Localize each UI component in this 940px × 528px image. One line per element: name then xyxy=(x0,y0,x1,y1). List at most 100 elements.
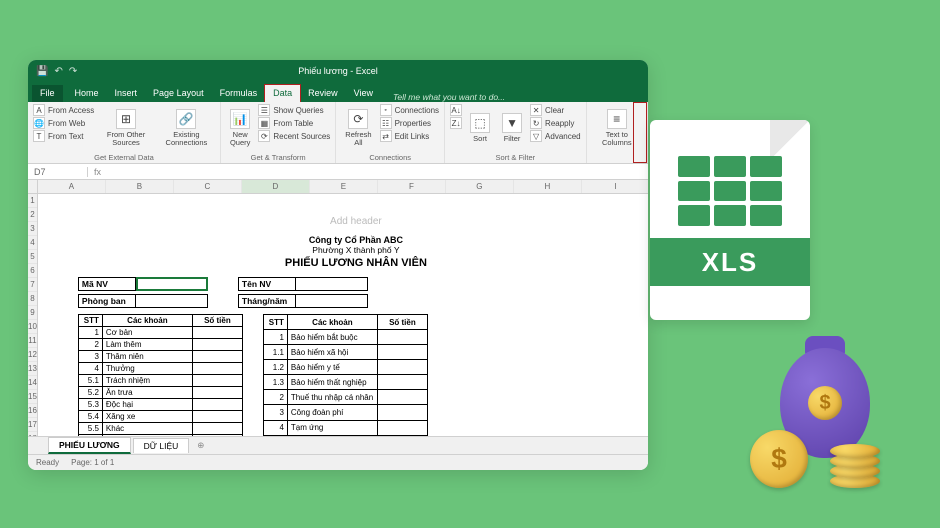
tab-home[interactable]: Home xyxy=(67,85,107,102)
table-deduction: STTCác khoảnSố tiền 1Bảo hiểm bắt buộc 1… xyxy=(263,314,428,436)
from-web-button[interactable]: 🌐From Web xyxy=(33,117,94,129)
col-header[interactable]: D xyxy=(242,180,310,193)
table-row: 5Tổng phụ cấp xyxy=(78,435,242,437)
ribbon: AFrom Access 🌐From Web TFrom Text ⊞From … xyxy=(28,102,648,164)
cell-tennv[interactable] xyxy=(296,277,368,291)
connections-button[interactable]: ⬞Connections xyxy=(380,104,439,116)
from-access-button[interactable]: AFrom Access xyxy=(33,104,94,116)
row-header[interactable]: 16 xyxy=(28,404,37,418)
group-label: Get & Transform xyxy=(226,152,330,162)
from-text-button[interactable]: TFrom Text xyxy=(33,130,94,142)
properties-button[interactable]: ☷Properties xyxy=(380,117,439,129)
row-header[interactable]: 11 xyxy=(28,334,37,348)
row-header[interactable]: 3 xyxy=(28,222,37,236)
row-header[interactable]: 15 xyxy=(28,390,37,404)
row-header[interactable]: 14 xyxy=(28,376,37,390)
row-header[interactable]: 2 xyxy=(28,208,37,222)
tab-review[interactable]: Review xyxy=(300,85,346,102)
row-header[interactable]: 12 xyxy=(28,348,37,362)
row-header[interactable]: 9 xyxy=(28,306,37,320)
tab-file[interactable]: File xyxy=(32,85,63,102)
row-header[interactable]: 17 xyxy=(28,418,37,432)
row-header[interactable]: 8 xyxy=(28,292,37,306)
group-label: Get External Data xyxy=(33,152,215,162)
tab-formulas[interactable]: Formulas xyxy=(212,85,266,102)
xls-file-icon: XLS xyxy=(650,120,810,320)
ribbon-tabs: File Home Insert Page Layout Formulas Da… xyxy=(28,82,648,102)
document-title: PHIẾU LƯƠNG NHÂN VIÊN xyxy=(78,257,634,269)
conn-icon: ⬞ xyxy=(380,104,392,116)
coins-icon: $ xyxy=(760,408,890,488)
add-sheet-button[interactable]: ⊕ xyxy=(191,440,210,451)
col-header[interactable]: I xyxy=(582,180,648,193)
sort-icon: ⬚ xyxy=(470,113,490,133)
table-row: 5.3Độc hại xyxy=(78,399,242,411)
save-icon[interactable]: 💾 xyxy=(36,66,48,77)
tell-me[interactable]: Tell me what you want to do... xyxy=(393,92,505,102)
tab-insert[interactable]: Insert xyxy=(107,85,146,102)
company-name: Công ty Cổ Phần ABC xyxy=(78,235,634,245)
status-bar: Ready Page: 1 of 1 xyxy=(28,454,648,470)
table-row: 3Công đoàn phí xyxy=(263,405,427,420)
col-header[interactable]: A xyxy=(38,180,106,193)
advanced-button[interactable]: ▽Advanced xyxy=(530,130,581,142)
reapply-icon: ↻ xyxy=(530,117,542,129)
sheet-tab-dulieu[interactable]: DỮ LIỆU xyxy=(133,438,190,453)
company-address: Phường X thành phố Y xyxy=(78,245,634,255)
from-other-sources-button[interactable]: ⊞From Other Sources xyxy=(98,104,154,152)
recent-sources-button[interactable]: ⟳Recent Sources xyxy=(258,130,330,142)
links-icon: ⇄ xyxy=(380,130,392,142)
reapply-button[interactable]: ↻Reapply xyxy=(530,117,581,129)
coin-dollar-icon: $ xyxy=(750,430,808,488)
existing-connections-button[interactable]: 🔗Existing Connections xyxy=(158,104,215,152)
group-connections: ⟳Refresh All ⬞Connections ☷Properties ⇄E… xyxy=(336,102,445,163)
col-header[interactable]: F xyxy=(378,180,446,193)
name-box[interactable]: D7 xyxy=(28,167,88,177)
cell-phongban[interactable] xyxy=(136,294,208,308)
table-icon: ▦ xyxy=(258,117,270,129)
select-all-corner[interactable] xyxy=(28,180,37,194)
col-header[interactable]: G xyxy=(446,180,514,193)
row-header[interactable]: 4 xyxy=(28,236,37,250)
tab-pagelayout[interactable]: Page Layout xyxy=(145,85,212,102)
fx-icon[interactable]: fx xyxy=(88,167,107,177)
table-row: 4Thưởng xyxy=(78,363,242,375)
text-to-columns-button[interactable]: ≡Text to Columns xyxy=(592,104,642,152)
titlebar: 💾 ↶ ↷ Phiếu lương - Excel xyxy=(28,60,648,82)
filter-button[interactable]: ▼Filter xyxy=(498,104,526,152)
table-row: 1.2Bảo hiểm y tế xyxy=(263,360,427,375)
table-row: 2Làm thêm xyxy=(78,339,242,351)
refresh-all-button[interactable]: ⟳Refresh All xyxy=(341,104,375,152)
from-table-button[interactable]: ▦From Table xyxy=(258,117,330,129)
label-manv: Mã NV xyxy=(78,277,136,291)
col-header[interactable]: H xyxy=(514,180,582,193)
col-header[interactable]: E xyxy=(310,180,378,193)
sort-az-button[interactable]: A↓ xyxy=(450,104,462,116)
show-queries-button[interactable]: ☰Show Queries xyxy=(258,104,330,116)
sort-button[interactable]: ⬚Sort xyxy=(466,104,494,152)
sort-za-button[interactable]: Z↓ xyxy=(450,117,462,129)
tab-view[interactable]: View xyxy=(346,85,381,102)
clear-button[interactable]: ✕Clear xyxy=(530,104,581,116)
clear-icon: ✕ xyxy=(530,104,542,116)
col-header[interactable]: B xyxy=(106,180,174,193)
new-query-button[interactable]: 📊New Query xyxy=(226,104,254,152)
row-header[interactable]: 1 xyxy=(28,194,37,208)
grid[interactable]: A B C D E F G H I Add header Công ty Cổ … xyxy=(38,180,648,436)
row-header[interactable]: 5 xyxy=(28,250,37,264)
access-icon: A xyxy=(33,104,45,116)
cell-thangnam[interactable] xyxy=(296,294,368,308)
row-header[interactable]: 7 xyxy=(28,278,37,292)
row-header[interactable]: 13 xyxy=(28,362,37,376)
row-header[interactable]: 6 xyxy=(28,264,37,278)
col-header[interactable]: C xyxy=(174,180,242,193)
redo-icon[interactable]: ↷ xyxy=(69,66,77,77)
undo-icon[interactable]: ↶ xyxy=(54,66,62,77)
sheet-tab-phieuluong[interactable]: PHIẾU LƯƠNG xyxy=(48,437,131,454)
cell-manv[interactable] xyxy=(136,277,208,291)
tab-data[interactable]: Data xyxy=(265,85,300,102)
row-header[interactable]: 10 xyxy=(28,320,37,334)
add-header-placeholder[interactable]: Add header xyxy=(78,216,634,227)
status-ready: Ready xyxy=(36,458,59,467)
edit-links-button[interactable]: ⇄Edit Links xyxy=(380,130,439,142)
